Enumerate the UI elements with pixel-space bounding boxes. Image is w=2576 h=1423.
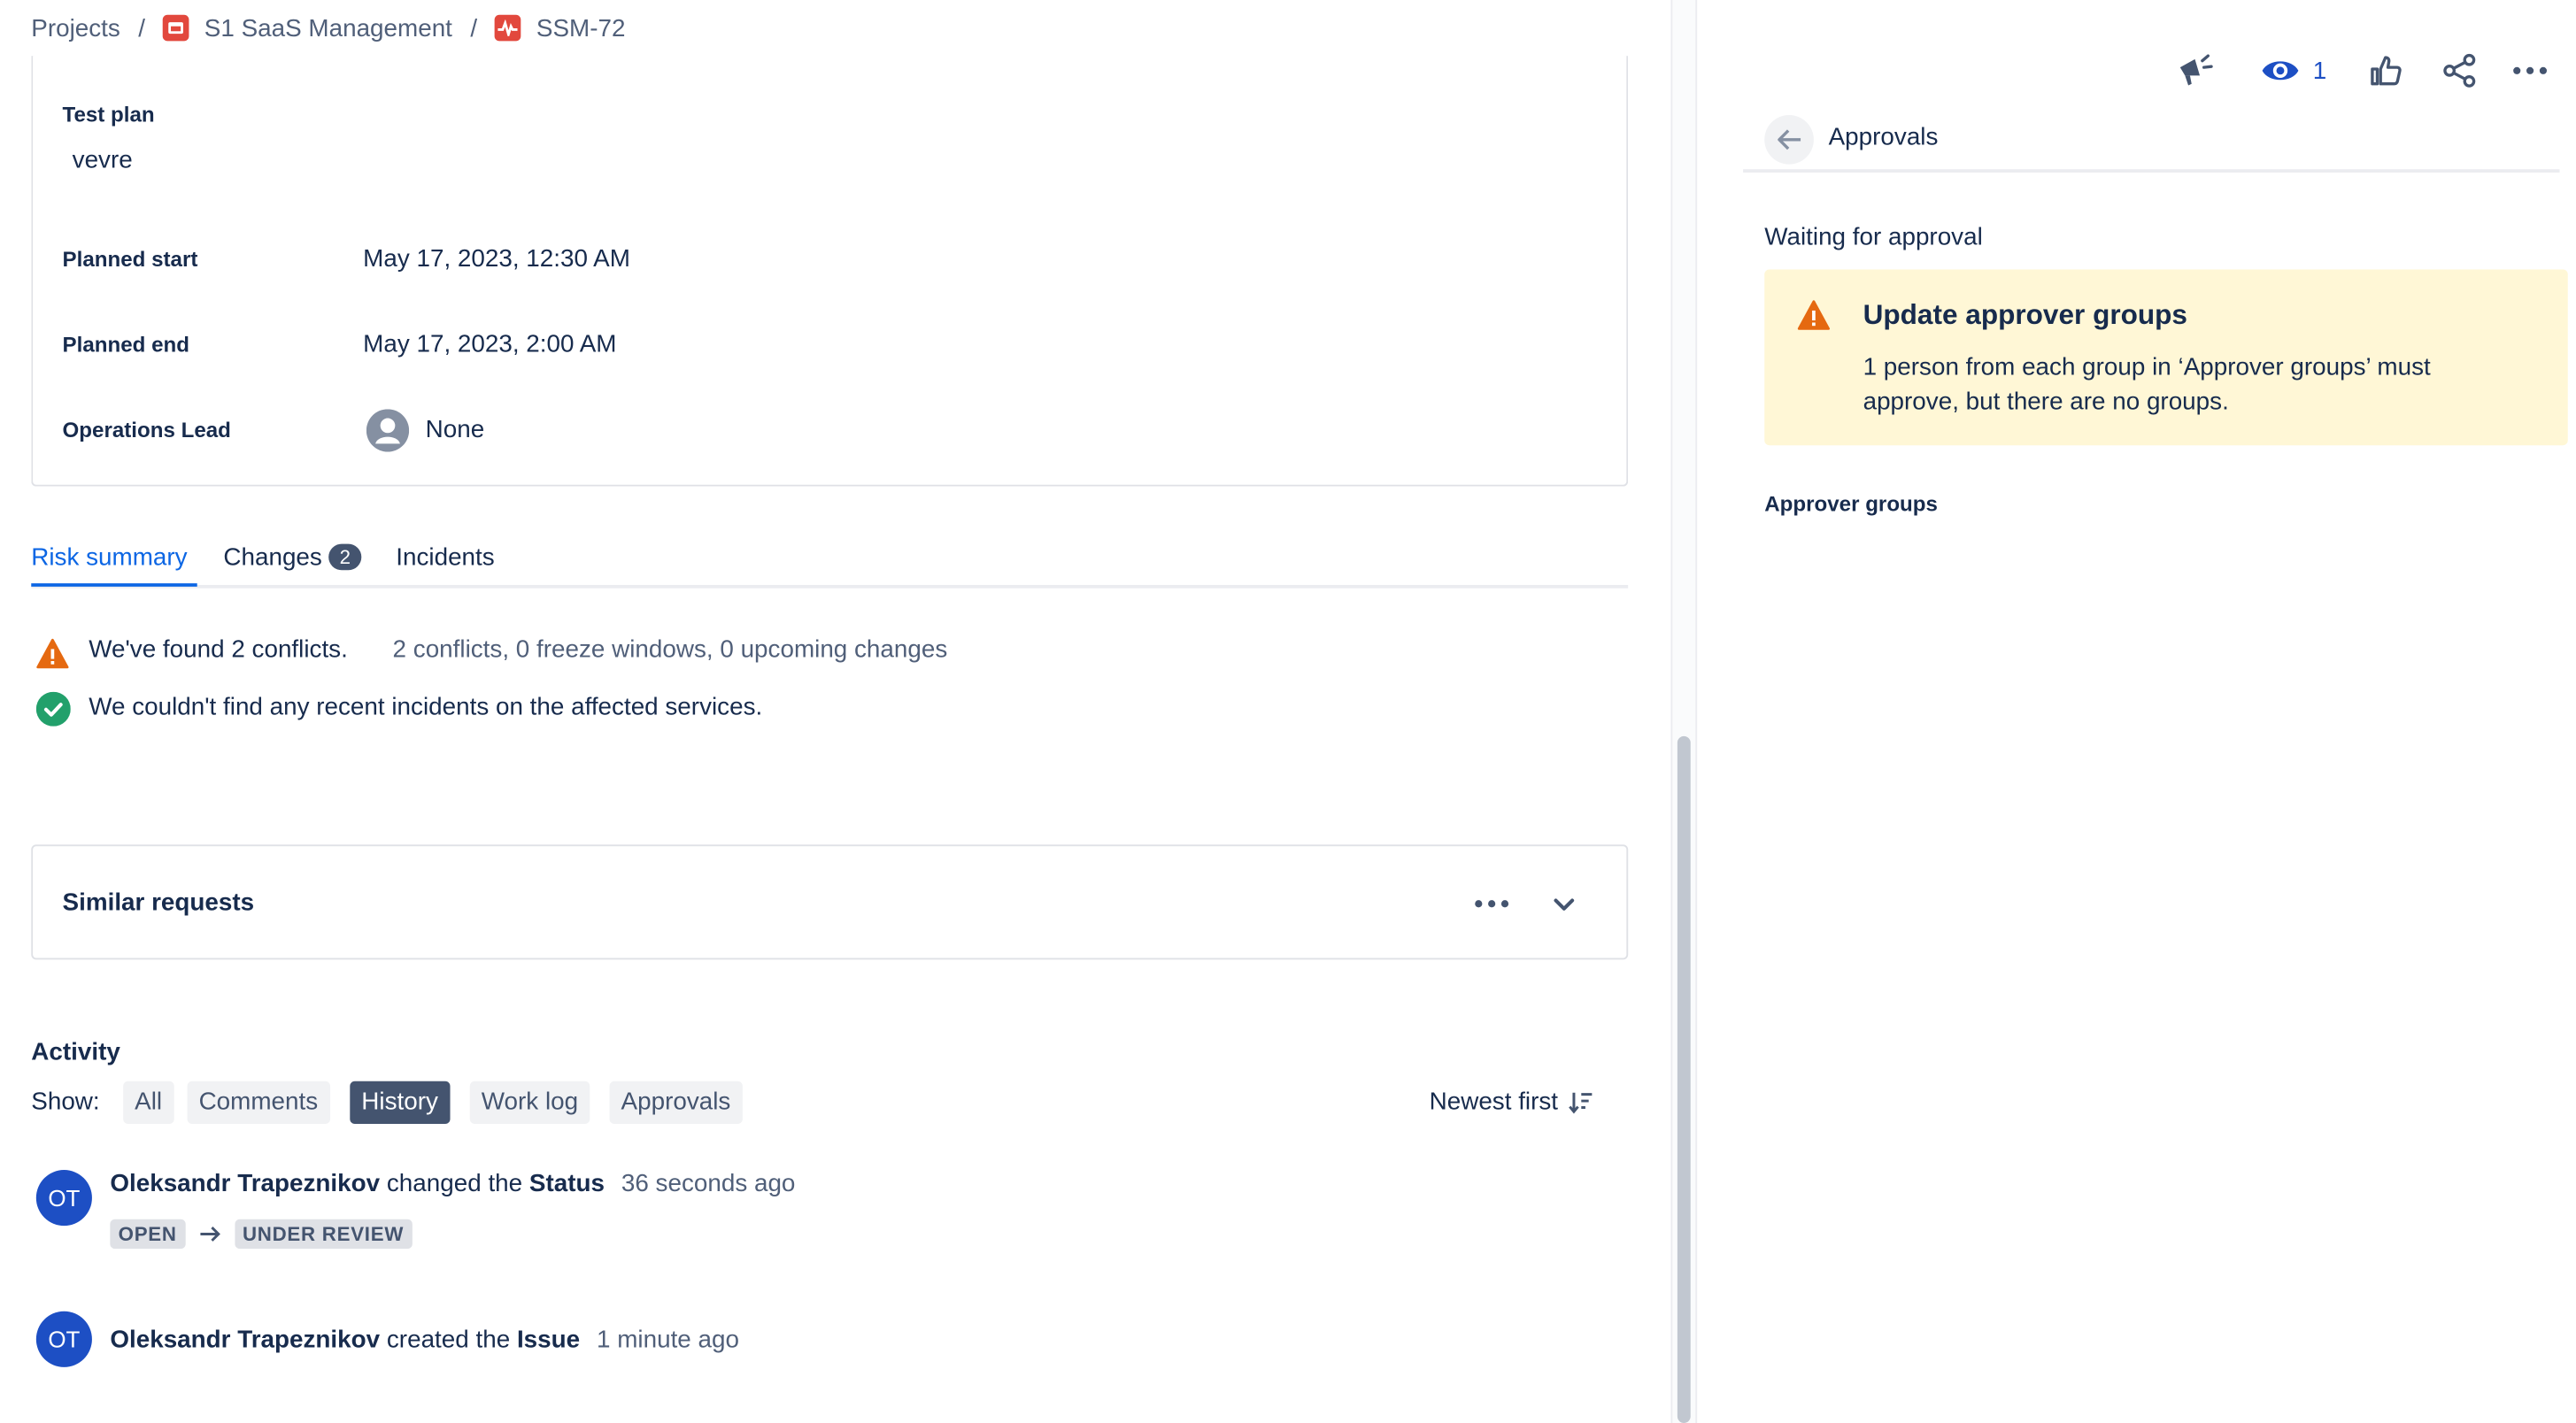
breadcrumb-project-link[interactable]: S1 SaaS Management bbox=[204, 14, 452, 42]
status-from-lozenge: OPEN bbox=[110, 1219, 185, 1250]
breadcrumb-separator: / bbox=[138, 13, 145, 42]
planned-end-label: Planned end bbox=[62, 332, 189, 357]
scrollbar-thumb[interactable] bbox=[1677, 735, 1691, 1423]
warning-body-line: approve, but there are no groups. bbox=[1863, 388, 2229, 416]
breadcrumb-issue-link[interactable]: SSM-72 bbox=[536, 14, 626, 42]
details-card: Test plan vevre Planned start May 17, 20… bbox=[31, 56, 1629, 487]
status-to-lozenge: UNDER REVIEW bbox=[234, 1219, 413, 1250]
sort-button[interactable]: Newest first bbox=[1430, 1088, 1594, 1116]
avatar[interactable]: OT bbox=[35, 1170, 92, 1227]
history-user[interactable]: Oleksandr Trapeznikov bbox=[110, 1170, 380, 1198]
show-label: Show: bbox=[31, 1088, 100, 1116]
planned-start-label: Planned start bbox=[62, 246, 198, 272]
sort-descending-icon bbox=[1568, 1088, 1594, 1115]
history-user[interactable]: Oleksandr Trapeznikov bbox=[110, 1326, 380, 1354]
back-arrow-icon[interactable] bbox=[1764, 114, 1814, 165]
breadcrumb: Projects / S1 SaaS Management / SSM-72 bbox=[31, 12, 625, 44]
filter-all-button[interactable]: All bbox=[123, 1081, 174, 1125]
eye-icon bbox=[2260, 56, 2300, 85]
status-transition: OPEN UNDER REVIEW bbox=[110, 1219, 413, 1250]
warning-title: Update approver groups bbox=[1863, 298, 2187, 331]
approver-warning-box: Update approver groups 1 person from eac… bbox=[1764, 269, 2568, 446]
filter-worklog-button[interactable]: Work log bbox=[469, 1081, 590, 1125]
unassigned-avatar-icon[interactable] bbox=[366, 409, 410, 452]
similar-requests-title: Similar requests bbox=[62, 888, 255, 918]
change-issue-icon bbox=[495, 14, 522, 42]
approvals-header: Approvals bbox=[1743, 114, 2560, 173]
history-field: Issue bbox=[516, 1326, 581, 1355]
warning-icon bbox=[1797, 299, 1831, 332]
project-icon bbox=[163, 14, 190, 42]
filter-comments-button[interactable]: Comments bbox=[187, 1081, 330, 1125]
test-plan-label: Test plan bbox=[62, 102, 155, 127]
changes-count-badge: 2 bbox=[328, 543, 362, 571]
history-field: Status bbox=[528, 1170, 605, 1198]
arrow-right-icon bbox=[198, 1224, 221, 1243]
conflicts-detail-link[interactable]: 2 conflicts, 0 freeze windows, 0 upcomin… bbox=[393, 636, 948, 665]
warning-body-line: 1 person from each group in ‘Approver gr… bbox=[1863, 353, 2431, 381]
watch-count: 1 bbox=[2312, 57, 2327, 85]
warning-icon bbox=[36, 637, 69, 670]
operations-lead-value[interactable]: None bbox=[426, 416, 485, 444]
tab-changes[interactable]: Changes 2 bbox=[223, 543, 362, 573]
warning-body: 1 person from each group in ‘Approver gr… bbox=[1863, 350, 2553, 419]
more-options-icon[interactable] bbox=[1472, 890, 1512, 917]
more-actions-icon[interactable] bbox=[2510, 51, 2550, 91]
tab-risk-summary[interactable]: Risk summary bbox=[31, 544, 187, 573]
history-entry: Oleksandr Trapeznikov changed the Status… bbox=[110, 1170, 795, 1198]
sort-label: Newest first bbox=[1429, 1088, 1559, 1116]
history-entry: Oleksandr Trapeznikov created the Issue … bbox=[110, 1326, 739, 1354]
tab-incidents[interactable]: Incidents bbox=[396, 544, 494, 573]
thumbs-up-icon[interactable] bbox=[2365, 51, 2405, 91]
breadcrumb-projects-link[interactable]: Projects bbox=[31, 14, 120, 42]
operations-lead-label: Operations Lead bbox=[62, 417, 231, 442]
watch-button[interactable]: 1 bbox=[2256, 51, 2331, 91]
approvals-title: Approvals bbox=[1828, 123, 1939, 151]
incidents-summary: We couldn't find any recent incidents on… bbox=[89, 693, 763, 722]
filter-approvals-button[interactable]: Approvals bbox=[609, 1081, 743, 1125]
planned-start-value[interactable]: May 17, 2023, 12:30 AM bbox=[363, 245, 630, 273]
planned-end-value[interactable]: May 17, 2023, 2:00 AM bbox=[363, 330, 616, 358]
similar-requests-card[interactable]: Similar requests bbox=[31, 844, 1629, 960]
history-action: created the bbox=[386, 1326, 511, 1355]
check-circle-icon bbox=[35, 691, 71, 727]
history-time[interactable]: 1 minute ago bbox=[597, 1326, 739, 1354]
filter-history-button[interactable]: History bbox=[350, 1081, 450, 1125]
avatar[interactable]: OT bbox=[35, 1311, 92, 1367]
risk-tabs: Risk summary Changes 2 Incidents bbox=[31, 539, 1629, 588]
test-plan-value[interactable]: vevre bbox=[73, 146, 133, 174]
share-icon[interactable] bbox=[2440, 51, 2480, 91]
chevron-down-icon[interactable] bbox=[1551, 890, 1577, 917]
approval-status-heading: Waiting for approval bbox=[1764, 223, 1983, 252]
activity-title: Activity bbox=[31, 1038, 120, 1067]
approver-groups-label: Approver groups bbox=[1764, 491, 1938, 517]
breadcrumb-separator: / bbox=[470, 13, 478, 42]
megaphone-icon[interactable] bbox=[2173, 51, 2216, 91]
history-time[interactable]: 36 seconds ago bbox=[621, 1170, 796, 1198]
tab-changes-label: Changes bbox=[223, 543, 322, 573]
conflicts-summary: We've found 2 conflicts. bbox=[89, 635, 348, 665]
history-action: changed the bbox=[386, 1170, 523, 1198]
active-tab-indicator bbox=[31, 583, 197, 587]
